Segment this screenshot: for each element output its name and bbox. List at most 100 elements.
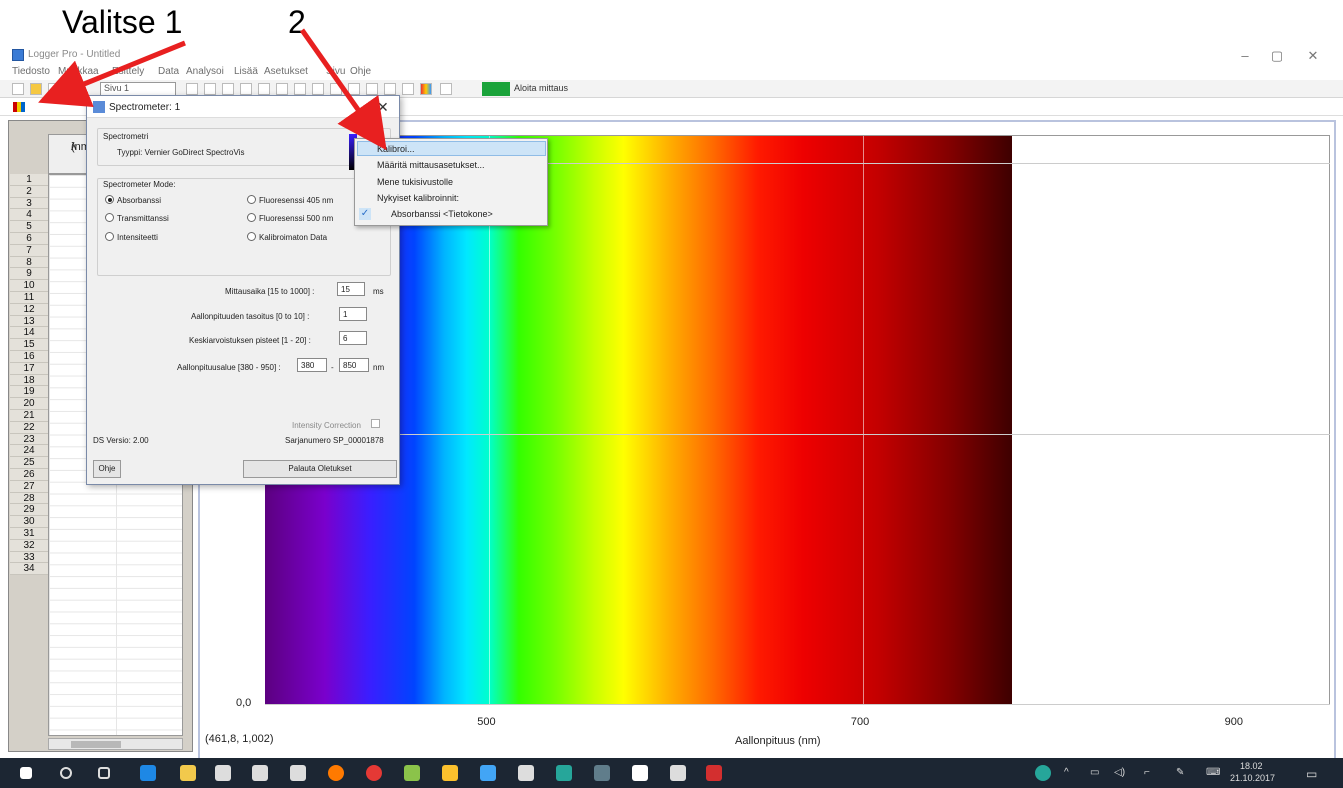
- sensor-icon[interactable]: [13, 102, 25, 112]
- app-icon-d[interactable]: [518, 765, 534, 781]
- page-select[interactable]: Sivu 1: [100, 82, 176, 96]
- integral-icon[interactable]: [348, 83, 360, 95]
- menu-analyze[interactable]: Analysoi: [186, 66, 224, 77]
- row-number[interactable]: 21: [10, 409, 48, 422]
- tray-chevron-icon[interactable]: ^: [1064, 767, 1069, 778]
- statistics-icon[interactable]: [366, 83, 378, 95]
- spectrum-icon[interactable]: [420, 83, 432, 95]
- row-number[interactable]: 15: [10, 339, 48, 351]
- app-icon-a[interactable]: [404, 765, 420, 781]
- tangent-icon[interactable]: [330, 83, 342, 95]
- mode-fluor500-label[interactable]: Fluoresenssi 500 nm: [259, 214, 333, 223]
- keyboard-icon[interactable]: ⌨: [1206, 767, 1220, 778]
- row-number[interactable]: 31: [10, 527, 48, 540]
- minimize-button[interactable]: –: [1230, 48, 1260, 64]
- row-number[interactable]: 20: [10, 398, 48, 410]
- save-icon[interactable]: [48, 83, 60, 95]
- app-icon-c[interactable]: [480, 765, 496, 781]
- row-number[interactable]: 30: [10, 516, 48, 528]
- menu-page[interactable]: Sivu: [326, 66, 345, 77]
- app-icon-f[interactable]: [670, 765, 686, 781]
- linear-fit-icon[interactable]: [384, 83, 396, 95]
- tray-app-icon[interactable]: [1035, 765, 1051, 781]
- row-number[interactable]: 13: [10, 315, 48, 328]
- sample-time-input[interactable]: 15: [337, 282, 365, 296]
- mail-icon[interactable]: [290, 765, 306, 781]
- menu-view[interactable]: Esittely: [112, 66, 144, 77]
- row-number[interactable]: 23: [10, 433, 48, 446]
- row-number[interactable]: 34: [10, 563, 48, 576]
- row-number[interactable]: 10: [10, 280, 48, 292]
- dropbox-icon[interactable]: [252, 765, 268, 781]
- file-explorer-icon[interactable]: [180, 765, 196, 781]
- table-icon[interactable]: [186, 83, 198, 95]
- row-number[interactable]: 18: [10, 374, 48, 387]
- task-view-icon[interactable]: [98, 767, 110, 779]
- search-icon[interactable]: [60, 767, 72, 779]
- menu-item-support-site[interactable]: Mene tukisivustolle: [377, 177, 453, 187]
- pen-icon[interactable]: ✎: [1176, 767, 1184, 778]
- maximize-button[interactable]: ▢: [1262, 48, 1292, 64]
- row-number[interactable]: 12: [10, 303, 48, 316]
- intensity-correction-checkbox[interactable]: [371, 419, 380, 428]
- row-number[interactable]: 24: [10, 445, 48, 458]
- app-icon-b[interactable]: [442, 765, 458, 781]
- averaging-input[interactable]: 6: [339, 331, 367, 345]
- row-number[interactable]: 32: [10, 539, 48, 552]
- menu-item-absorbance-computer[interactable]: Absorbanssi <Tietokone>: [391, 209, 493, 219]
- clock-date[interactable]: 21.10.2017: [1230, 773, 1275, 783]
- row-number[interactable]: 1: [10, 174, 48, 186]
- row-number[interactable]: 33: [10, 551, 48, 564]
- edge-icon[interactable]: [140, 765, 156, 781]
- row-number[interactable]: 11: [10, 291, 48, 304]
- row-number[interactable]: 28: [10, 492, 48, 505]
- autoscale-icon[interactable]: [258, 83, 270, 95]
- range-from-input[interactable]: 380: [297, 358, 327, 372]
- examine-icon[interactable]: [312, 83, 324, 95]
- row-number[interactable]: 7: [10, 244, 48, 257]
- mode-intensity-label[interactable]: Intensiteetti: [117, 233, 158, 242]
- document-icon[interactable]: [632, 765, 648, 781]
- close-window-button[interactable]: ✕: [1298, 48, 1328, 64]
- start-collection-button[interactable]: [482, 82, 510, 96]
- reset-defaults-button[interactable]: Palauta Oletukset: [243, 460, 397, 478]
- menu-item-calibrate[interactable]: Kalibroi...: [377, 144, 415, 154]
- zoom-in-icon[interactable]: [276, 83, 288, 95]
- row-number[interactable]: 4: [10, 209, 48, 222]
- row-number[interactable]: 3: [10, 197, 48, 210]
- menu-data[interactable]: Data: [158, 66, 179, 77]
- language-icon[interactable]: ⌐: [1144, 767, 1150, 778]
- scroll-thumb[interactable]: [71, 741, 121, 748]
- mode-intensity-radio[interactable]: [105, 232, 114, 241]
- row-number[interactable]: 16: [10, 350, 48, 363]
- network-icon[interactable]: ▭: [1090, 767, 1099, 778]
- fft-icon[interactable]: [440, 83, 452, 95]
- mode-raw-label[interactable]: Kalibroimaton Data: [259, 233, 327, 242]
- range-to-input[interactable]: 850: [339, 358, 369, 372]
- mode-transmittance-label[interactable]: Transmittanssi: [117, 214, 169, 223]
- store-icon[interactable]: [215, 765, 231, 781]
- row-number[interactable]: 6: [10, 232, 48, 245]
- row-number[interactable]: 19: [10, 386, 48, 399]
- mode-transmittance-radio[interactable]: [105, 213, 114, 222]
- graph-icon[interactable]: [204, 83, 216, 95]
- menu-edit[interactable]: Muokkaa: [58, 66, 99, 77]
- notifications-icon[interactable]: ▭: [1306, 767, 1317, 781]
- mode-absorbance-radio[interactable]: [105, 195, 114, 204]
- clock-time[interactable]: 18.02: [1240, 761, 1263, 771]
- row-number[interactable]: 25: [10, 457, 48, 469]
- menu-file[interactable]: Tiedosto: [12, 66, 50, 77]
- help-button[interactable]: Ohje: [93, 460, 121, 478]
- smoothing-input[interactable]: 1: [339, 307, 367, 321]
- menu-settings[interactable]: Asetukset: [264, 66, 308, 77]
- app-icon-e[interactable]: [556, 765, 572, 781]
- table-horizontal-scrollbar[interactable]: [48, 738, 183, 750]
- pdf-icon[interactable]: [706, 765, 722, 781]
- row-number[interactable]: 22: [10, 421, 48, 434]
- mode-fluor405-radio[interactable]: [247, 195, 256, 204]
- curve-fit-icon[interactable]: [402, 83, 414, 95]
- mode-raw-radio[interactable]: [247, 232, 256, 241]
- row-number[interactable]: 27: [10, 480, 48, 493]
- menu-item-setup[interactable]: Määritä mittausasetukset...: [377, 160, 485, 170]
- row-number[interactable]: 29: [10, 504, 48, 517]
